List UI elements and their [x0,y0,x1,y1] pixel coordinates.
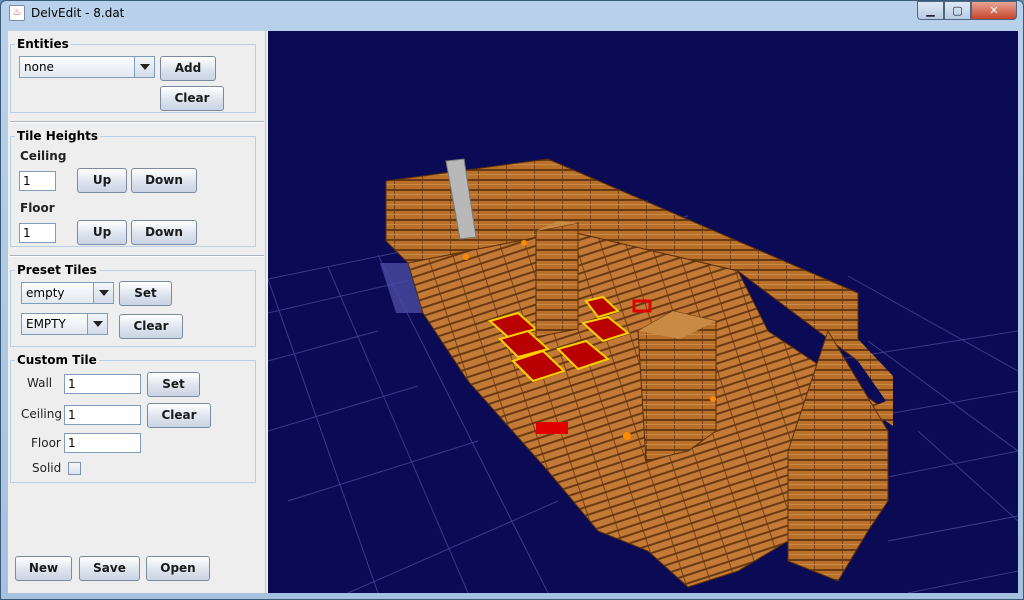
custom-floor-field[interactable]: 1 [64,433,141,453]
separator [10,121,264,123]
open-button[interactable]: Open [146,556,210,581]
maximize-button[interactable]: ▢ [944,1,971,20]
level-3d-viewport[interactable] [268,31,1018,593]
window-controls: ▁ ▢ ✕ [917,1,1017,21]
wall-label: Wall [27,376,53,390]
clear-entities-button[interactable]: Clear [160,86,224,111]
close-button[interactable]: ✕ [971,1,1017,20]
floor-height-field[interactable]: 1 [19,223,56,243]
ceiling-up-button[interactable]: Up [77,168,127,193]
custom-ceiling-field[interactable]: 1 [64,405,141,425]
app-window: ♨ DelvEdit - 8.dat ▁ ▢ ✕ Entities none A… [0,0,1024,600]
level-render[interactable] [268,31,1018,593]
chevron-down-icon[interactable] [93,283,113,303]
preset-tile-select-value: empty [26,286,65,300]
client-area: Entities none Add Clear Tile Heights Cei… [8,31,1018,593]
solid-label: Solid [32,461,62,475]
add-entity-button[interactable]: Add [160,56,216,81]
floor-down-button[interactable]: Down [131,220,197,245]
chevron-down-icon[interactable] [134,57,154,77]
java-app-icon: ♨ [9,5,25,21]
ceiling-height-label: Ceiling [20,149,67,163]
save-button[interactable]: Save [79,556,140,581]
preset-clear-button[interactable]: Clear [119,314,183,339]
entity-select[interactable]: none [19,56,155,78]
wall-field[interactable]: 1 [64,374,141,394]
custom-tile-legend: Custom Tile [17,353,97,367]
floor-up-button[interactable]: Up [77,220,127,245]
tile-heights-legend: Tile Heights [17,129,99,143]
minimize-button[interactable]: ▁ [917,1,944,20]
ceiling-down-button[interactable]: Down [131,168,197,193]
title-bar[interactable]: ♨ DelvEdit - 8.dat ▁ ▢ ✕ [1,1,1023,25]
preset-type-select[interactable]: EMPTY [21,313,108,335]
ceiling-height-field[interactable]: 1 [19,171,56,191]
preset-set-button[interactable]: Set [119,281,172,306]
separator [10,255,264,257]
custom-floor-label: Floor [31,436,61,450]
custom-clear-button[interactable]: Clear [147,403,211,428]
new-button[interactable]: New [15,556,72,581]
chevron-down-icon[interactable] [87,314,107,334]
solid-checkbox[interactable] [68,462,81,475]
floor-height-label: Floor [20,201,55,215]
preset-tiles-legend: Preset Tiles [17,263,97,277]
preset-tile-select[interactable]: empty [21,282,114,304]
entity-select-value: none [24,60,54,74]
preset-type-select-value: EMPTY [26,317,66,331]
pillar-center [535,222,579,338]
custom-ceiling-label: Ceiling [21,407,62,421]
custom-set-button[interactable]: Set [147,372,200,397]
window-title: DelvEdit - 8.dat [31,6,125,20]
tools-panel: Entities none Add Clear Tile Heights Cei… [8,31,266,593]
entities-legend: Entities [17,37,69,51]
